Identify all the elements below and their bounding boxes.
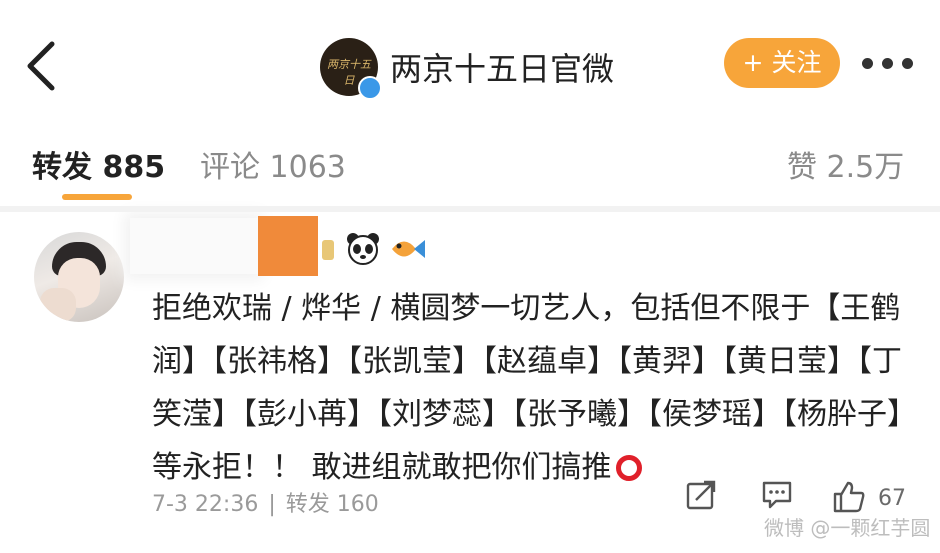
verified-badge-icon bbox=[358, 76, 382, 100]
comment-meta: 7-3 22:36 | 转发 160 bbox=[152, 486, 379, 518]
follow-button[interactable]: + 关注 bbox=[724, 38, 840, 88]
watermark: 微博 @一颗红芋圆 bbox=[764, 516, 931, 540]
member-badge-icon bbox=[322, 240, 334, 260]
fish-icon bbox=[392, 240, 425, 258]
share-icon[interactable] bbox=[686, 480, 716, 510]
comment-icon[interactable] bbox=[762, 480, 792, 510]
comment-body: 拒绝欢瑞 / 烨华 / 横圆梦一切艺人，包括但不限于【王鹤润】【张祎格】【张凯莹… bbox=[152, 282, 912, 494]
username-blurred[interactable] bbox=[130, 218, 258, 274]
account-name[interactable]: 两京十五日官微 bbox=[390, 44, 614, 90]
comment-item: 拒绝欢瑞 / 烨华 / 横圆梦一切艺人，包括但不限于【王鹤润】【张祎格】【张凯莹… bbox=[0, 212, 940, 553]
like-count: 67 bbox=[878, 486, 906, 511]
active-tab-indicator bbox=[62, 194, 132, 200]
panda-icon bbox=[347, 233, 379, 265]
tab-repost[interactable]: 转发 885 bbox=[32, 142, 165, 186]
comment-time: 7-3 22:36 bbox=[152, 492, 259, 517]
repost-count[interactable]: 转发 160 bbox=[286, 492, 379, 517]
tab-bar: 转发 885 评论 1063 赞 2.5万 bbox=[0, 122, 940, 206]
more-icon[interactable] bbox=[860, 56, 916, 72]
chevron-left-icon[interactable] bbox=[18, 36, 68, 96]
thumbs-up-icon[interactable] bbox=[832, 480, 866, 514]
meta-separator: | bbox=[268, 492, 276, 517]
avatar[interactable] bbox=[34, 232, 124, 322]
tab-comment[interactable]: 评论 1063 bbox=[200, 142, 346, 186]
red-circle-icon bbox=[615, 455, 642, 481]
tab-like[interactable]: 赞 2.5万 bbox=[787, 142, 904, 186]
top-bar: 两京十五日 两京十五日官微 + 关注 bbox=[0, 0, 940, 120]
comment-text: 拒绝欢瑞 / 烨华 / 横圆梦一切艺人，包括但不限于【王鹤润】【张祎格】【张凯莹… bbox=[152, 291, 902, 485]
username-mask bbox=[258, 216, 318, 276]
